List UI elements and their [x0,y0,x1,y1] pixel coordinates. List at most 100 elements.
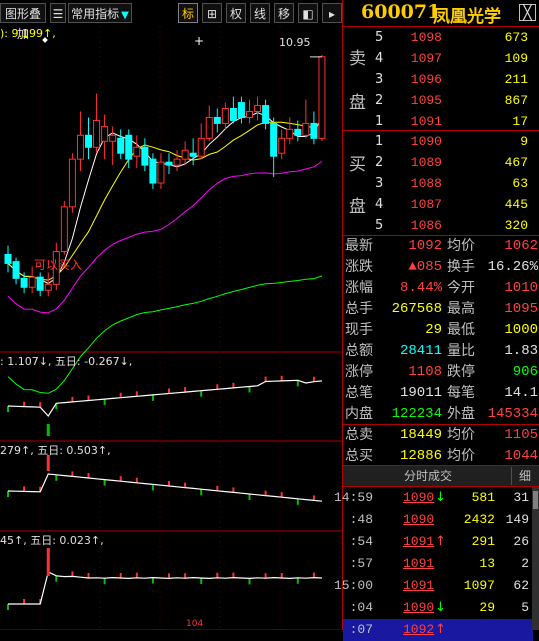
kline-chart[interactable]: + ): 9.199↑, 10.95 可以买入 : 1.107↓, 五日: -0… [0,26,342,630]
candle-body [213,116,221,124]
indicator-select[interactable]: 常用指标 ▼ [68,3,132,23]
tick-price: 1090 [403,490,435,505]
stat-label: 外盘 [447,406,475,422]
stat-value: 8.44% [399,280,442,296]
candle-body [93,119,101,148]
sell-level-row[interactable]: 2 1095 867 [343,90,539,111]
stat-value: 1062 [504,238,538,254]
move-button[interactable]: 移 [274,3,294,23]
close-icon[interactable]: ╳ [519,4,536,21]
stock-name: 凤凰光学 [433,7,501,27]
tick-time: :54 [349,534,373,549]
line-button[interactable]: 线 [250,3,270,23]
stock-header: 600071 凤凰光学 ╳ [343,0,539,27]
stat-label: 最低 [447,322,475,338]
play-icon[interactable]: ▸ [322,3,342,23]
buy-level-row[interactable]: 4 1087 445 [343,194,539,215]
stat-value: 19011 [399,385,442,401]
buy-level-row[interactable]: 5 1086 320 [343,215,539,236]
tick-row: :54 1091 ↑ 291 26 [343,531,533,553]
stat-label: 最高 [447,301,475,317]
tick-price: 1091 [403,534,435,549]
tick-row: :57 1091 13 2 [343,553,533,575]
candle-body [20,277,28,288]
overlay-icon[interactable]: ☰ [50,3,66,23]
level-number: 3 [375,176,384,191]
level-volume: 211 [504,72,528,87]
tick-volume: 1097 [463,578,495,593]
level-price: 1091 [410,114,442,129]
buy-level-row[interactable]: 2 1089 467 [343,152,539,173]
sell-level-row[interactable]: 3 1096 211 [343,69,539,90]
quote-panel: 600071 凤凰光学 ╳ 卖 盘 5 1098 673 4 1097 109 3 1096 2… [334,0,539,641]
arrow-up-icon: ↑ [435,622,446,637]
candle-body [109,134,117,142]
indicator2-line [7,473,323,502]
tick-row: :07 1092 ↑ [343,619,533,641]
stat-label: 最新 [345,238,373,254]
candle-body [44,283,52,291]
level-price: 1088 [410,176,442,191]
sell-level-row[interactable]: 1 1091 17 [343,111,539,132]
tick-time: 15:00 [333,578,373,593]
level-price: 1089 [410,155,442,170]
level-number: 5 [375,30,384,45]
level-volume: 63 [512,176,528,191]
grid-button[interactable]: ⊞ [202,3,222,23]
scroll-thumb[interactable] [533,491,538,509]
candle-body [101,125,109,142]
candle-body [157,161,165,184]
candle-body [310,122,318,139]
stat-value: 145334 [487,406,538,422]
indicator3-label: 45↑, 五日: 0.023↑, [0,534,104,547]
mark-button[interactable]: 标 [178,3,198,23]
candle-body [237,102,245,118]
candle-body [133,146,141,157]
candle-body [4,254,12,264]
level-price: 1095 [410,93,442,108]
level-volume: 467 [504,155,528,170]
tick-price: 1092 [403,622,435,637]
stat-value: 267568 [391,301,442,317]
stat-label: 现手 [345,322,373,338]
stat-value: 29 [425,322,442,338]
stat-row: 总买 12886 均价 1044 [343,446,539,467]
level-number: 2 [375,93,384,108]
stat-label: 涨跌 [345,259,373,275]
stat-label: 总手 [345,301,373,317]
level-volume: 867 [504,93,528,108]
candle-body [149,158,157,184]
overlay-button[interactable]: 图形叠加 [0,3,46,41]
buy-signal-annotation: 可以买入 [34,258,83,272]
tick-time: 14:59 [333,490,373,505]
ticks-detail-button[interactable]: 细 [511,467,538,485]
indicator-label: 常用指标 [71,7,120,21]
sell-level-row[interactable]: 5 1098 673 [343,27,539,48]
tick-time: :07 [349,622,373,637]
candle-body [85,134,92,148]
tick-time: :57 [349,556,373,571]
candle-body [117,137,125,154]
panel-toggle-icon[interactable]: ◧ [298,3,318,23]
candle-body [181,149,189,160]
stat-label: 量比 [447,343,475,359]
sell-level-row[interactable]: 4 1097 109 [343,48,539,69]
buy-level-row[interactable]: 3 1088 63 [343,173,539,194]
candle-body [205,116,213,139]
rights-button[interactable]: 权 [226,3,246,23]
buy-level-row[interactable]: 1 1090 9 [343,131,539,152]
candle-body [125,134,133,160]
stat-label: 均价 [447,238,475,254]
stat-value: 122234 [391,406,442,422]
stat-value: 1010 [504,280,538,296]
stat-label: 每笔 [447,385,475,401]
level-volume: 673 [504,30,528,45]
ticks-title[interactable]: 分时成交 [343,466,513,486]
ticks-header: 分时成交 细 [343,465,539,487]
candle-body [28,276,36,288]
ticks-scrollbar[interactable] [532,487,539,630]
stat-value: 16.26% [487,259,538,275]
level-price: 1097 [410,51,442,66]
level-number: 2 [375,155,384,170]
indicator3-line [8,571,322,605]
